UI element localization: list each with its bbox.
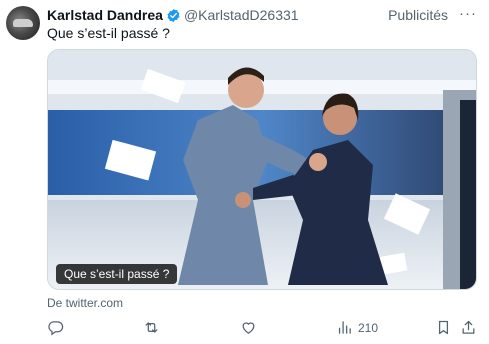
author-avatar[interactable] <box>6 6 40 40</box>
source-link[interactable]: De twitter.com <box>47 296 123 310</box>
verified-badge-icon[interactable] <box>166 8 181 23</box>
like-icon <box>242 322 255 334</box>
reply-button[interactable] <box>47 319 64 336</box>
tweet-header: Karlstad Dandrea @KarlstadD26331 <box>47 6 299 24</box>
more-icon[interactable]: ··· <box>459 6 477 24</box>
media-caption: Que s’est-il passé ? <box>56 264 178 284</box>
views-button[interactable]: 210 <box>336 319 378 336</box>
tweet-text: Que s’est-il passé ? <box>47 25 170 41</box>
retweet-icon <box>145 322 158 333</box>
views-count: 210 <box>358 320 379 335</box>
reply-icon <box>48 321 64 336</box>
share-button[interactable] <box>460 319 477 336</box>
promoted-label: Publicités <box>388 7 448 23</box>
share-icon <box>462 320 475 334</box>
author-name[interactable]: Karlstad Dandrea <box>47 7 163 23</box>
media-image <box>48 50 476 289</box>
tweet-media[interactable]: Que s’est-il passé ? <box>47 49 477 290</box>
bookmark-icon <box>438 320 449 335</box>
author-handle[interactable]: @KarlstadD26331 <box>184 7 299 23</box>
retweet-button[interactable] <box>143 319 160 336</box>
views-icon <box>338 321 351 334</box>
avatar-car-graphic <box>13 19 33 27</box>
action-bar: 210 <box>47 319 477 339</box>
like-button[interactable] <box>240 319 257 336</box>
bookmark-button[interactable] <box>435 319 452 336</box>
